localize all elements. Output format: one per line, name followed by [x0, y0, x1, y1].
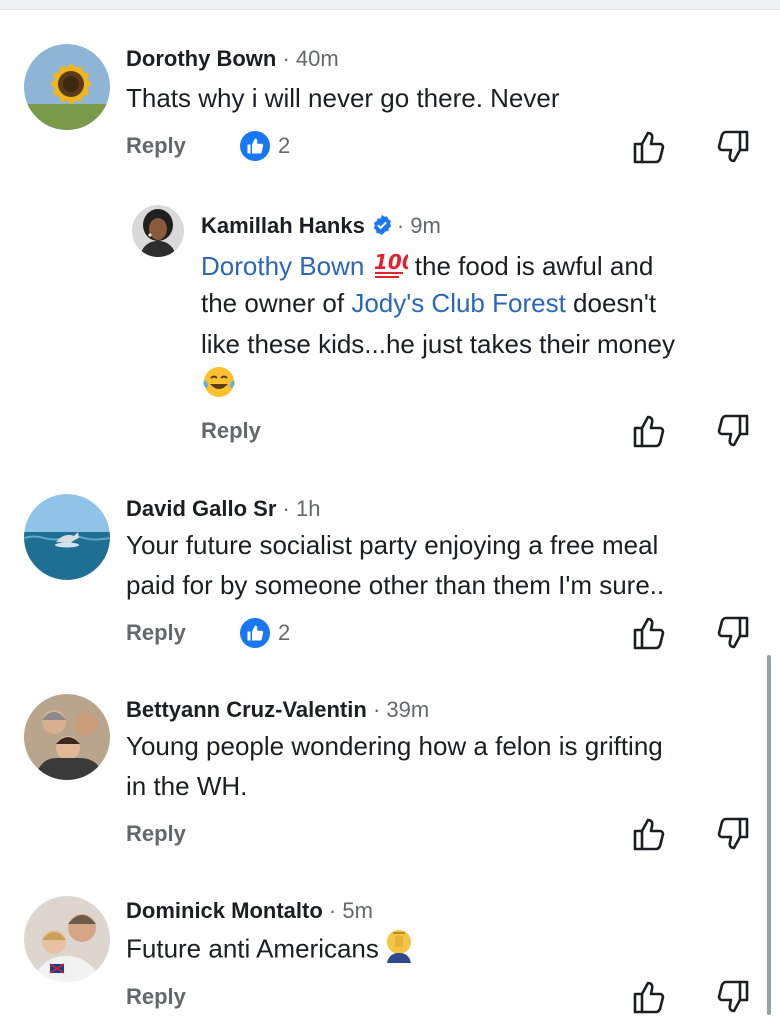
comment-header: David Gallo Sr · 1h — [126, 495, 320, 523]
timestamp[interactable]: · 9m — [397, 213, 441, 238]
comment-header: Kamillah Hanks · 9m — [201, 212, 441, 243]
comment-header: Dorothy Bown · 40m — [126, 45, 339, 73]
comment-text-line-1: Young people wondering how a felon is gr… — [126, 731, 663, 761]
sunflower-avatar[interactable] — [24, 44, 110, 130]
reply-button[interactable]: Reply — [126, 821, 186, 847]
dolphin-sea-avatar[interactable] — [24, 494, 110, 580]
timestamp[interactable]: · 5m — [329, 898, 373, 923]
reaction-count[interactable]: 2 — [240, 131, 290, 161]
reaction-count[interactable]: 2 — [240, 618, 290, 648]
portrait-avatar[interactable] — [132, 205, 184, 257]
comment-text-line-2: in the WH. — [126, 771, 248, 801]
text-segment: the owner of — [201, 288, 352, 318]
comment-text-line-1: Your future socialist party enjoying a f… — [126, 530, 659, 560]
thumbs-up-outline-icon[interactable] — [629, 127, 669, 167]
like-icon — [240, 618, 270, 648]
like-count-text: 2 — [278, 620, 291, 645]
comment-text: Future anti Americans — [126, 927, 417, 974]
thumbs-down-outline-icon[interactable] — [713, 814, 753, 854]
svg-text:100: 100 — [374, 250, 408, 274]
thumbs-down-outline-icon[interactable] — [713, 613, 753, 653]
comment-text-line-3: like these kids...he just takes their mo… — [201, 329, 676, 359]
author-name[interactable]: Bettyann Cruz-Valentin — [126, 697, 367, 722]
thumbs-down-outline-icon[interactable] — [713, 411, 753, 451]
face-palm-emoji — [381, 927, 417, 974]
thumbs-down-outline-icon[interactable] — [713, 127, 753, 167]
thumbs-up-outline-icon[interactable] — [629, 814, 669, 854]
verified-badge-icon — [371, 214, 393, 243]
top-divider — [0, 0, 780, 10]
text-segment: doesn't — [565, 288, 657, 318]
comment-text-line-2: paid for by someone other than them I'm … — [126, 570, 665, 600]
family-photo-avatar[interactable] — [24, 694, 110, 780]
scrollbar[interactable] — [767, 655, 771, 1015]
thumbs-up-outline-icon[interactable] — [629, 977, 669, 1017]
author-name[interactable]: Kamillah Hanks — [201, 213, 365, 238]
comment-text-line-2: the owner of Jody's Club Forest doesn't — [201, 283, 656, 323]
thumbs-down-outline-icon[interactable] — [713, 977, 753, 1017]
text-segment: Future anti Americans — [126, 933, 379, 964]
reply-button[interactable]: Reply — [201, 418, 261, 444]
comment-header: Bettyann Cruz-Valentin · 39m — [126, 696, 429, 724]
author-name[interactable]: David Gallo Sr — [126, 496, 276, 521]
reply-button[interactable]: Reply — [126, 984, 186, 1010]
reply-button[interactable]: Reply — [126, 133, 186, 159]
timestamp[interactable]: · 1h — [283, 496, 321, 521]
reply-button[interactable]: Reply — [126, 620, 186, 646]
tears-of-joy-emoji — [201, 364, 237, 405]
couple-photo-avatar[interactable] — [24, 896, 110, 982]
comment-text: Thats why i will never go there. Never — [126, 83, 560, 113]
text-segment: the food is awful and — [414, 251, 654, 281]
mention-link[interactable]: Jody's Club Forest — [351, 288, 566, 318]
like-icon — [240, 131, 270, 161]
comment-header: Dominick Montalto · 5m — [126, 897, 373, 925]
timestamp[interactable]: · 39m — [373, 697, 429, 722]
author-name[interactable]: Dorothy Bown — [126, 46, 276, 71]
like-count-text: 2 — [278, 133, 291, 158]
author-name[interactable]: Dominick Montalto — [126, 898, 323, 923]
timestamp[interactable]: · 40m — [282, 46, 338, 71]
thumbs-up-outline-icon[interactable] — [629, 613, 669, 653]
mention-link[interactable]: Dorothy Bown — [201, 251, 364, 281]
thumbs-up-outline-icon[interactable] — [629, 411, 669, 451]
